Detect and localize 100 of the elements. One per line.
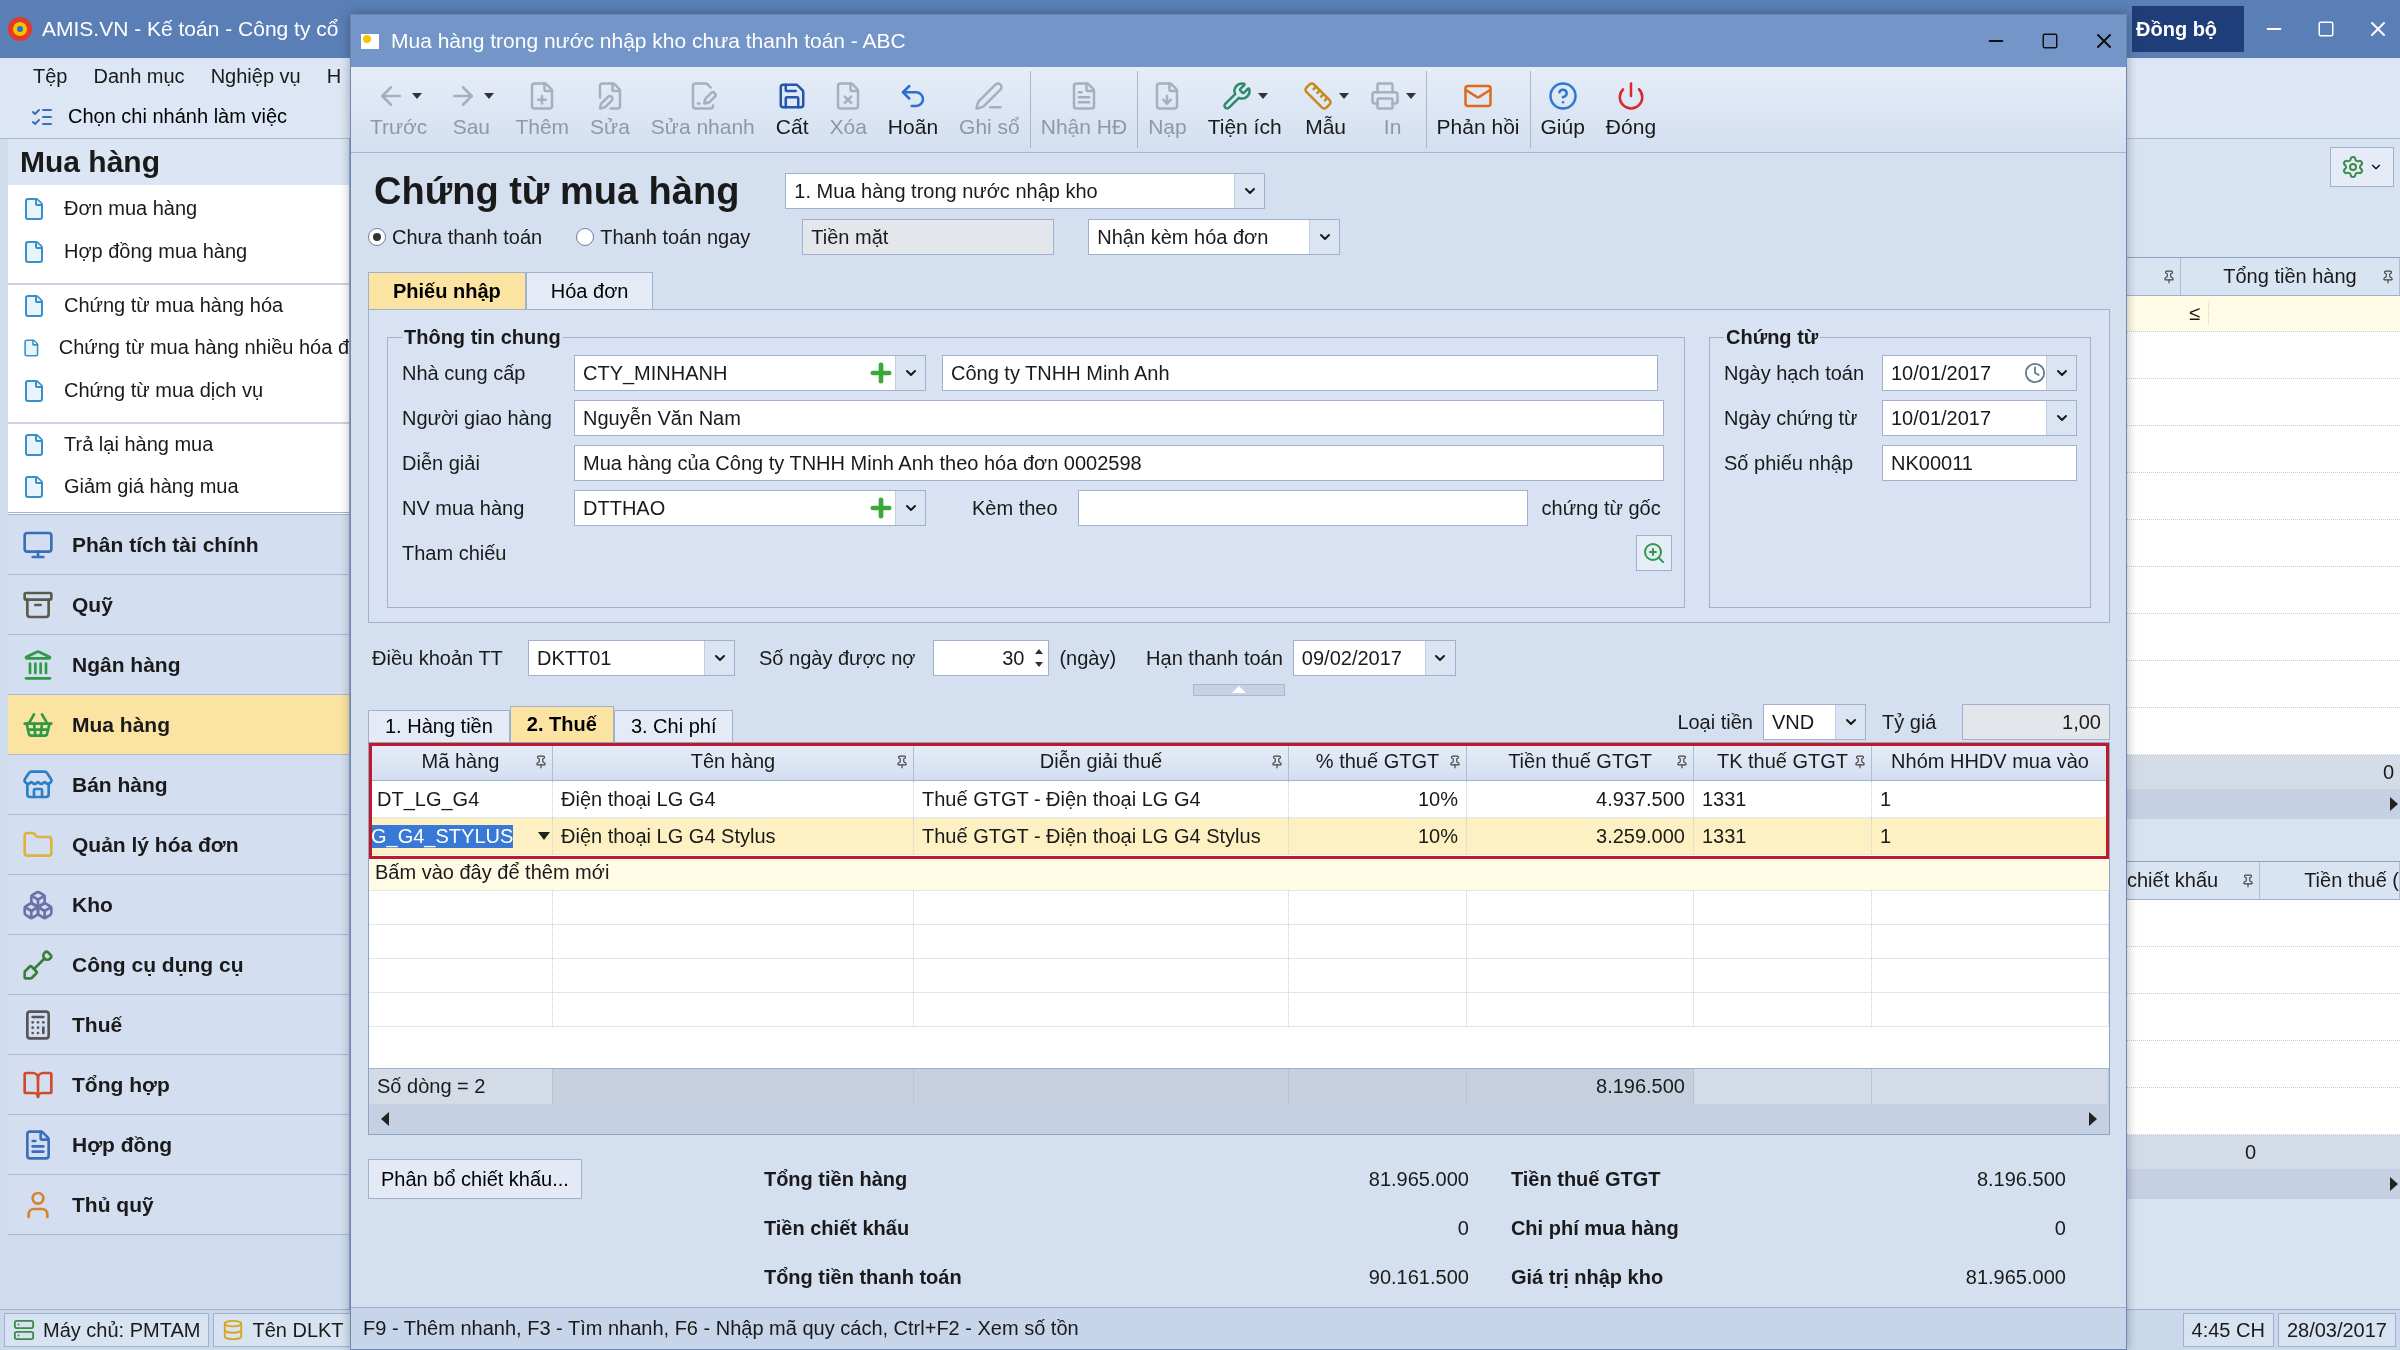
- toolbar-button[interactable]: Hoãn: [876, 71, 949, 148]
- module-item[interactable]: Quản lý hóa đơn: [8, 815, 349, 875]
- scrollbar[interactable]: [2127, 1169, 2400, 1199]
- supplier-name-field[interactable]: Công ty TNHH Minh Anh: [942, 355, 1658, 391]
- module-item[interactable]: Quỹ: [8, 575, 349, 635]
- invoice-option-select[interactable]: Nhận kèm hóa đơn: [1088, 219, 1341, 255]
- toolbar-button[interactable]: Phản hồi: [1425, 71, 1530, 148]
- column-header[interactable]: Tiền thuế GTGT: [1467, 743, 1694, 780]
- table-cell: Thuế GTGT - Điện thoại LG G4: [914, 781, 1289, 817]
- pin-icon[interactable]: [895, 754, 909, 769]
- pin-icon[interactable]: [2381, 269, 2395, 284]
- toolbar-button[interactable]: Tiện ích: [1196, 71, 1292, 148]
- dropdown-button[interactable]: [2046, 401, 2076, 435]
- pin-icon[interactable]: [2162, 269, 2176, 284]
- pin-icon[interactable]: [1675, 754, 1689, 769]
- branch-button[interactable]: Chọn chi nhánh làm việc: [30, 104, 287, 129]
- sync-button[interactable]: Đồng bộ: [2132, 6, 2244, 52]
- dropdown-button[interactable]: [895, 491, 925, 525]
- table-row[interactable]: G_G4_STYLUS Điện thoại LG G4 Stylus Thuế GTGT - Điện thoại LG G4 Stylus 10% 3.259.000 1331 1: [369, 818, 2109, 855]
- toolbar-button[interactable]: Đóng: [1594, 71, 1667, 148]
- table-cell: DT_LG_G4: [369, 781, 553, 817]
- add-reference-button[interactable]: [1636, 535, 1672, 571]
- credit-days-field[interactable]: 30: [933, 640, 1050, 676]
- pin-icon[interactable]: [534, 754, 548, 769]
- column-header[interactable]: Tên hàng: [553, 743, 914, 780]
- dropdown-button[interactable]: [1234, 174, 1265, 208]
- column-header[interactable]: Mã hàng: [369, 743, 553, 780]
- currency-select[interactable]: VND: [1763, 704, 1866, 740]
- pin-icon[interactable]: [1853, 754, 1867, 769]
- receipt-number-field[interactable]: NK00011: [1882, 445, 2077, 481]
- module-item[interactable]: Thủ quỹ: [8, 1175, 349, 1235]
- table-row[interactable]: DT_LG_G4 Điện thoại LG G4 Thuế GTGT - Điện thoại LG G4 10% 4.937.500 1331 1: [369, 781, 2109, 818]
- toolbar-button[interactable]: Giúp: [1529, 71, 1595, 148]
- dropdown-button[interactable]: [895, 356, 925, 390]
- dropdown-button[interactable]: [1424, 641, 1455, 675]
- radio-option[interactable]: Thanh toán ngay: [576, 225, 751, 249]
- sidebar-link[interactable]: Giảm giá hàng mua: [8, 465, 349, 508]
- column-header[interactable]: Nhóm HHDV mua vào: [1872, 743, 2109, 780]
- module-item[interactable]: Công cụ dụng cụ: [8, 935, 349, 995]
- tab[interactable]: 3. Chi phí: [613, 710, 734, 742]
- dropdown-button[interactable]: [704, 641, 734, 675]
- description-field[interactable]: Mua hàng của Công ty TNHH Minh Anh theo hóa đơn 0002598: [574, 445, 1664, 481]
- tab[interactable]: 2. Thuế: [509, 706, 614, 742]
- scrollbar[interactable]: [369, 1104, 2109, 1134]
- radio-option[interactable]: Chưa thanh toán: [368, 225, 543, 249]
- menu-item[interactable]: Nghiệp vụ: [197, 65, 314, 88]
- supplier-code-field[interactable]: CTY_MINHANH: [574, 355, 926, 391]
- sidebar-link[interactable]: Hợp đồng mua hàng: [8, 230, 349, 273]
- buyer-code-field[interactable]: DTTHAO: [574, 490, 926, 526]
- due-date-field[interactable]: 09/02/2017: [1292, 640, 1456, 676]
- toolbar-button[interactable]: Cất: [764, 71, 819, 148]
- caret-icon[interactable]: [1338, 92, 1349, 99]
- module-item[interactable]: Tổng hợp: [8, 1055, 349, 1115]
- module-item[interactable]: Bán hàng: [8, 755, 349, 815]
- module-item[interactable]: Hợp đồng: [8, 1115, 349, 1175]
- voucher-type-select[interactable]: 1. Mua hàng trong nước nhập kho: [785, 173, 1266, 209]
- column-header[interactable]: TK thuế GTGT: [1694, 743, 1872, 780]
- caret-icon[interactable]: [1257, 92, 1268, 99]
- settings-button[interactable]: [2330, 147, 2394, 187]
- dropdown-button[interactable]: [1309, 220, 1340, 254]
- module-item[interactable]: Ngân hàng: [8, 635, 349, 695]
- splitter-handle[interactable]: [1193, 684, 1285, 696]
- date-field[interactable]: 10/01/2017: [1882, 355, 2077, 391]
- menu-item[interactable]: H: [313, 65, 355, 88]
- terms-select[interactable]: DKTT01: [528, 640, 735, 676]
- sidebar-link[interactable]: Đơn mua hàng: [8, 187, 349, 230]
- sidebar-link[interactable]: Trả lại hàng mua: [8, 422, 349, 465]
- dropdown-button[interactable]: [1835, 705, 1865, 739]
- wrench-icon: [1221, 80, 1252, 111]
- menu-item[interactable]: Tệp: [20, 65, 81, 88]
- toolbar-button[interactable]: Mẫu: [1291, 71, 1359, 148]
- column-header[interactable]: % thuế GTGT: [1289, 743, 1467, 780]
- column-header[interactable]: Diễn giải thuế: [914, 743, 1289, 780]
- column-header[interactable]: Tiền thuế (: [2260, 862, 2400, 899]
- pin-icon[interactable]: [2241, 873, 2255, 888]
- filter-cell[interactable]: ≤: [2181, 302, 2209, 325]
- attachments-field[interactable]: [1077, 490, 1528, 526]
- sidebar-link[interactable]: Chứng từ mua hàng nhiều hóa đ: [8, 326, 349, 369]
- module-item[interactable]: Thuế: [8, 995, 349, 1055]
- tab[interactable]: 1. Hàng tiền: [368, 710, 510, 742]
- add-row-hint[interactable]: Bấm vào đây để thêm mới: [369, 855, 2109, 891]
- module-item[interactable]: Phân tích tài chính: [8, 515, 349, 575]
- deliverer-field[interactable]: Nguyễn Văn Nam: [574, 400, 1664, 436]
- field-label: Tỷ giá: [1882, 710, 1938, 734]
- dropdown-button[interactable]: [2046, 356, 2076, 390]
- maximize-icon[interactable]: [2041, 32, 2059, 50]
- time-status: 4:45 CH: [2182, 1313, 2274, 1347]
- tab[interactable]: Phiếu nhập: [368, 272, 526, 309]
- allocate-discount-button[interactable]: Phân bổ chiết khấu...: [368, 1159, 582, 1199]
- tab[interactable]: Hóa đơn: [525, 272, 654, 309]
- module-item[interactable]: Mua hàng: [8, 695, 349, 755]
- date-field[interactable]: 10/01/2017: [1882, 400, 2077, 436]
- pin-icon[interactable]: [1270, 754, 1284, 769]
- pin-icon[interactable]: [1448, 754, 1462, 769]
- scrollbar[interactable]: [2127, 789, 2400, 819]
- exchange-rate-field[interactable]: 1,00: [1962, 704, 2110, 740]
- module-item[interactable]: Kho: [8, 875, 349, 935]
- sidebar-link[interactable]: Chứng từ mua hàng hóa: [8, 283, 349, 326]
- sidebar-link[interactable]: Chứng từ mua dịch vụ: [8, 369, 349, 412]
- menu-item[interactable]: Danh mục: [80, 65, 198, 88]
